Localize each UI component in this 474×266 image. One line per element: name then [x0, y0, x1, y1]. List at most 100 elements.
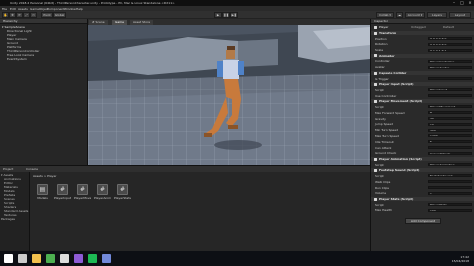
chrome-icon[interactable]	[46, 254, 55, 263]
component-enabled-checkbox[interactable]	[374, 168, 377, 172]
rotate-tool-icon[interactable]: ⟳	[16, 12, 23, 18]
component-header[interactable]: Player Stats (Script)	[371, 197, 474, 202]
rect-tool-icon[interactable]: ▭	[30, 12, 37, 18]
property-row: Script PlayerMovement	[371, 105, 474, 109]
property-label: Rotation	[375, 42, 388, 47]
property-field[interactable]: 8	[428, 111, 472, 115]
property-field[interactable]: X 1 Y 1 Z 1	[428, 48, 472, 52]
component-enabled-checkbox[interactable]	[374, 99, 377, 103]
asset-label: Models	[37, 196, 48, 200]
property-row: Script FootstepSound	[371, 174, 474, 178]
property-field[interactable]: PlayerController	[428, 59, 472, 63]
property-field[interactable]: PlayerStats	[428, 203, 472, 207]
system-tray[interactable]: 17:42 15/04/2018	[452, 255, 469, 263]
search-icon[interactable]	[18, 254, 27, 263]
property-label: Is Trigger	[375, 76, 389, 81]
add-component-button[interactable]: Add Component	[405, 218, 441, 224]
tab-game[interactable]: Game	[112, 20, 127, 25]
component-header[interactable]: Capsule Collider	[371, 71, 474, 75]
property-row: Max Turn Speed 1200	[371, 134, 474, 138]
collab-dropdown[interactable]: Collab ▾	[376, 12, 394, 18]
property-label: Ground Check	[375, 151, 397, 156]
property-label: Player Movement (Script)	[379, 99, 423, 104]
layout-dropdown[interactable]: Layout	[449, 12, 471, 18]
active-checkbox[interactable]	[374, 26, 377, 29]
component-header[interactable]: Player Input (Script)	[371, 82, 474, 87]
scene-render	[88, 19, 370, 165]
asset-item[interactable]: # PlayerInput	[54, 184, 71, 204]
tab-console[interactable]: Console	[26, 167, 38, 171]
unity-icon[interactable]	[60, 254, 69, 263]
property-field[interactable]: 400	[428, 128, 472, 132]
play-button[interactable]: ▶	[214, 12, 222, 18]
property-field[interactable]	[428, 77, 472, 80]
pause-button[interactable]: ❚❚	[222, 12, 230, 18]
clock-date: 15/04/2018	[451, 259, 469, 263]
cloud-icon[interactable]: ☁	[396, 12, 403, 18]
component-enabled-checkbox[interactable]	[374, 54, 377, 58]
asset-item[interactable]: ▤ Models	[34, 184, 51, 204]
component-enabled-checkbox[interactable]	[374, 82, 377, 86]
property-field[interactable]: FootstepSound	[428, 174, 472, 178]
component-enabled-checkbox[interactable]	[374, 197, 377, 201]
discord-icon[interactable]	[102, 254, 111, 263]
move-tool-icon[interactable]: ✥	[9, 12, 16, 18]
property-label: Jump Speed	[375, 122, 393, 127]
tab-project[interactable]: Project	[3, 167, 13, 171]
game-view[interactable]: # Scene Game Asset Store	[88, 19, 370, 165]
global-toggle[interactable]: Global	[53, 12, 66, 18]
property-field[interactable]	[428, 186, 472, 189]
asset-item[interactable]: # PlayerAnim	[94, 184, 111, 204]
tag-dropdown[interactable]: Untagged	[411, 25, 426, 29]
property-label: Controller	[375, 59, 390, 64]
tab-scene[interactable]: # Scene	[89, 20, 108, 25]
property-field[interactable]: 20	[428, 117, 472, 120]
property-field[interactable]	[428, 180, 472, 184]
property-field[interactable]: 1	[428, 191, 472, 195]
folder-item[interactable]: Packages	[1, 217, 30, 221]
explorer-icon[interactable]	[32, 254, 41, 263]
asset-item[interactable]: # PlayerStats	[114, 184, 131, 204]
tab-asset-store[interactable]: Asset Store	[130, 20, 154, 25]
property-field[interactable]: 5	[428, 140, 472, 144]
asset-item[interactable]: # PlayerMove	[74, 184, 91, 204]
property-row: Max Forward Speed 8	[371, 111, 474, 115]
property-field[interactable]: 1200	[428, 134, 472, 138]
start-icon[interactable]	[4, 254, 13, 263]
component-header[interactable]: Player Animation (Script)	[371, 157, 474, 162]
property-field[interactable]: PlayerInput	[428, 88, 472, 92]
property-row: Rotation X 0 Y 0 Z 0	[371, 42, 474, 46]
property-label: Gravity	[375, 116, 386, 121]
scene-tab-bar: # Scene Game Asset Store	[88, 19, 370, 25]
component-enabled-checkbox[interactable]	[374, 31, 377, 35]
property-field[interactable]: PlayerAnimation	[428, 163, 472, 167]
property-field[interactable]: PlayerAvatar	[428, 65, 472, 69]
property-field[interactable]: 100	[428, 208, 472, 212]
spotify-icon[interactable]	[88, 254, 97, 263]
layers-dropdown[interactable]: Layers	[427, 12, 447, 18]
property-field[interactable]: X 0 Y 0 Z 0	[428, 42, 472, 46]
component-header[interactable]: Player Movement (Script)	[371, 99, 474, 104]
property-label: Script	[375, 202, 384, 207]
pivot-toggle[interactable]: Pivot	[41, 12, 53, 18]
property-label: Can Attack	[375, 145, 392, 150]
component-header[interactable]: Animator	[371, 53, 474, 58]
scale-tool-icon[interactable]: ⤢	[23, 12, 30, 18]
property-field[interactable]: GroundCheck	[428, 151, 472, 155]
component-header[interactable]: Footstep Sound (Script)	[371, 168, 474, 173]
property-field[interactable]	[428, 94, 472, 98]
property-label: Script	[375, 162, 384, 167]
component-header[interactable]: Transform	[371, 31, 474, 35]
property-field[interactable]: PlayerMovement	[428, 105, 472, 109]
account-dropdown[interactable]: Account ▾	[405, 12, 425, 18]
property-field[interactable]: X 0 Y 0 Z 0	[428, 37, 472, 40]
visual-studio-icon[interactable]	[74, 254, 83, 263]
hand-tool-icon[interactable]: ✋	[2, 12, 9, 18]
component-enabled-checkbox[interactable]	[374, 71, 377, 75]
hierarchy-item[interactable]: EventSystem	[0, 57, 88, 61]
component-enabled-checkbox[interactable]	[374, 157, 377, 161]
step-button[interactable]: ▶❚	[230, 12, 238, 18]
property-field[interactable]	[428, 146, 472, 149]
layer-dropdown[interactable]: Default	[443, 25, 454, 29]
property-field[interactable]: 10	[428, 122, 472, 126]
